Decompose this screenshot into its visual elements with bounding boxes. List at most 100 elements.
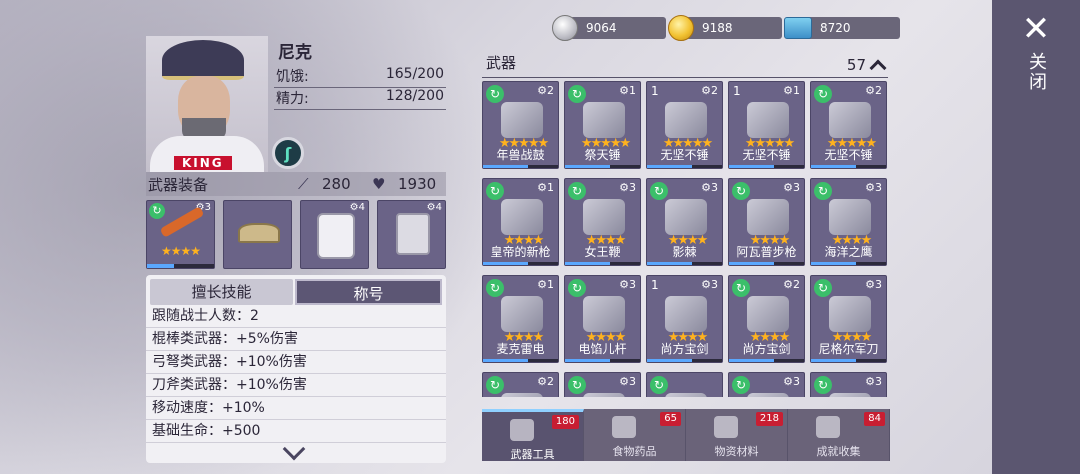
weapon-card[interactable]: 1 ⚙3 ★★★★ 尚方宝剑 bbox=[646, 275, 723, 363]
stat-hunger: 饥饿: 165/200 bbox=[274, 66, 446, 88]
character-portrait: KING bbox=[146, 36, 268, 172]
currency-ticket: 8720 bbox=[784, 16, 900, 40]
close-icon[interactable]: ✕ bbox=[1022, 12, 1051, 46]
weapons-count[interactable]: 57 bbox=[847, 52, 887, 77]
chevron-up-icon[interactable] bbox=[869, 59, 887, 76]
weapon-card[interactable]: ↻ ⚙3 ★★★★ 影棘 bbox=[646, 178, 723, 266]
item-progress bbox=[811, 262, 886, 265]
cycle-icon: ↻ bbox=[732, 279, 750, 297]
food-icon bbox=[612, 416, 636, 438]
item-level: 3 bbox=[793, 181, 800, 194]
pirate-hat bbox=[162, 40, 244, 80]
weapon-name: 无坚不锤 bbox=[824, 148, 873, 162]
weapon-art bbox=[747, 393, 789, 397]
count-badge: 180 bbox=[551, 415, 579, 429]
tab-skills[interactable]: 擅长技能 bbox=[150, 279, 293, 305]
close-panel[interactable]: ✕ 关闭 bbox=[992, 0, 1080, 474]
weapon-card[interactable]: ↻ ⚙3 bbox=[810, 372, 887, 397]
skill-line: 棍棒类武器：+5%伤害 bbox=[146, 328, 446, 351]
weapons-header: 武器 57 bbox=[482, 52, 888, 78]
tab-label: 武器工具 bbox=[510, 448, 555, 461]
character-name: 尼克 bbox=[278, 43, 312, 63]
stat-value: 165/200 bbox=[385, 66, 444, 82]
weapon-card[interactable]: ↻ bbox=[646, 372, 723, 397]
weapon-card[interactable]: ↻ ⚙3 ★★★★ 尼格尔军刀 bbox=[810, 275, 887, 363]
weapon-name: 影棘 bbox=[672, 245, 697, 259]
gear-icon: ⚙1 bbox=[783, 84, 800, 97]
weapon-art bbox=[583, 102, 625, 138]
weapon-name: 麦克雷电 bbox=[496, 342, 545, 356]
weapon-card[interactable]: ↻ ⚙3 ★★★★ 女王鞭 bbox=[564, 178, 641, 266]
weapon-art bbox=[829, 102, 871, 138]
item-progress bbox=[647, 262, 722, 265]
hat-slot[interactable] bbox=[223, 200, 292, 269]
weapon-art bbox=[665, 296, 707, 332]
jacket-slot[interactable]: ⚙4 bbox=[300, 200, 369, 269]
attack-value: 280 bbox=[322, 175, 351, 193]
weapon-art bbox=[501, 199, 543, 235]
weapon-card[interactable]: ↻ ⚙3 bbox=[564, 372, 641, 397]
tab-label: 成就收集 bbox=[816, 445, 861, 458]
weapon-art bbox=[583, 199, 625, 235]
category-tab[interactable]: 84 成就收集 bbox=[788, 409, 890, 461]
stat-label: 饥饿: bbox=[276, 69, 309, 85]
weapon-name: 无坚不锤 bbox=[742, 148, 791, 162]
weapon-card[interactable]: ↻ ⚙1 ★★★★ 皇帝的新枪 bbox=[482, 178, 559, 266]
swirl-skill-icon[interactable]: ʃ bbox=[272, 137, 304, 169]
item-progress bbox=[483, 165, 558, 168]
slot-level: 4 bbox=[435, 202, 442, 213]
weapon-card[interactable]: ↻ ⚙2 ★★★★★ 年兽战鼓 bbox=[482, 81, 559, 169]
currency-value: 9188 bbox=[686, 17, 782, 39]
cycle-icon: ↻ bbox=[650, 182, 668, 200]
weapon-art bbox=[829, 296, 871, 332]
weapon-card[interactable]: ↻ ⚙2 ★★★★ 尚方宝剑 bbox=[728, 275, 805, 363]
weapon-card[interactable]: ↻ ⚙2 bbox=[482, 372, 559, 397]
close-label[interactable]: 关闭 bbox=[1023, 52, 1049, 92]
item-level: 3 bbox=[711, 181, 718, 194]
tab-label: 物资材料 bbox=[714, 445, 759, 458]
weapon-card[interactable]: ↻ ⚙3 ★★★★ 海洋之鹰 bbox=[810, 178, 887, 266]
weapon-card[interactable]: ↻ ⚙1 ★★★★★ 祭天锤 bbox=[564, 81, 641, 169]
star-rating: ★★★★ bbox=[161, 244, 201, 258]
category-tab[interactable]: 180 武器工具 bbox=[482, 409, 584, 461]
gear-icon: ⚙3 bbox=[619, 181, 636, 194]
gear-icon: ⚙2 bbox=[537, 375, 554, 388]
weapon-card[interactable]: ↻ ⚙3 ★★★★ 电馅儿杆 bbox=[564, 275, 641, 363]
category-tab[interactable]: 65 食物药品 bbox=[584, 409, 686, 461]
item-progress bbox=[647, 165, 722, 168]
cycle-icon: ↻ bbox=[486, 279, 504, 297]
count-badge: 218 bbox=[755, 412, 783, 426]
item-level: 1 bbox=[547, 278, 554, 291]
hat-art bbox=[238, 223, 280, 243]
weapon-card[interactable]: ↻ ⚙1 ★★★★ 麦克雷电 bbox=[482, 275, 559, 363]
cycle-icon: ↻ bbox=[814, 182, 832, 200]
weapon-art bbox=[583, 296, 625, 332]
gear-icon: ⚙3 bbox=[619, 375, 636, 388]
pants-slot[interactable]: ⚙4 bbox=[377, 200, 446, 269]
tab-titles[interactable]: 称号 bbox=[295, 279, 442, 305]
slot-progress bbox=[147, 264, 214, 268]
item-progress bbox=[565, 262, 640, 265]
weapon-slot[interactable]: ↻ ⚙3 ★★★★ bbox=[146, 200, 215, 269]
item-level: 3 bbox=[711, 278, 718, 291]
item-level: 3 bbox=[629, 181, 636, 194]
gear-icon: ⚙3 bbox=[701, 181, 718, 194]
weapon-art bbox=[829, 199, 871, 235]
cycle-icon: ↻ bbox=[568, 279, 586, 297]
item-level: 3 bbox=[875, 375, 882, 388]
category-tab[interactable]: 218 物资材料 bbox=[686, 409, 788, 461]
item-progress bbox=[811, 165, 886, 168]
equipment-slots: ↻ ⚙3 ★★★★ ⚙4 ⚙4 bbox=[146, 200, 446, 269]
weapon-card[interactable]: ↻ ⚙3 ★★★★ 阿瓦普步枪 bbox=[728, 178, 805, 266]
weapon-card[interactable]: ↻ ⚙2 ★★★★★ 无坚不锤 bbox=[810, 81, 887, 169]
weapon-name: 无坚不锤 bbox=[660, 148, 709, 162]
weapon-art bbox=[747, 102, 789, 138]
weapon-card[interactable]: 1 ⚙1 ★★★★★ 无坚不锤 bbox=[728, 81, 805, 169]
weapon-card[interactable]: ↻ ⚙3 bbox=[728, 372, 805, 397]
cycle-icon: ↻ bbox=[486, 85, 504, 103]
skill-line: 移动速度：+10% bbox=[146, 397, 446, 420]
weapon-art bbox=[665, 393, 707, 397]
weapon-name: 女王鞭 bbox=[584, 245, 621, 259]
gear-icon: ⚙4 bbox=[349, 202, 365, 213]
weapon-card[interactable]: 1 ⚙2 ★★★★★ 无坚不锤 bbox=[646, 81, 723, 169]
